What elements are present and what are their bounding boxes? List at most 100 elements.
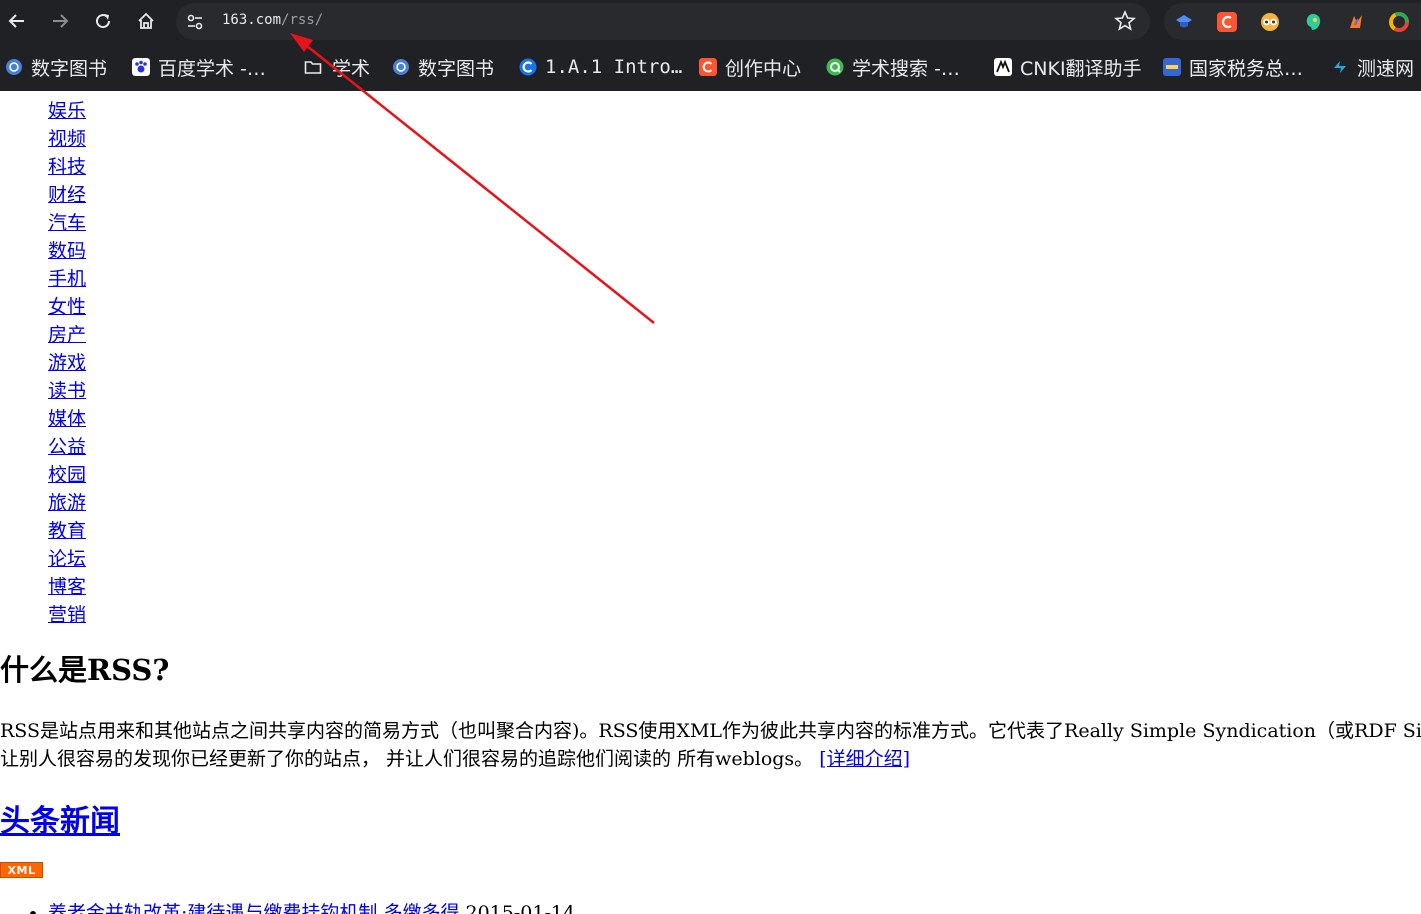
browser-toolbar: 163.com/rss/ <box>0 0 1421 43</box>
news-item-link[interactable]: 养老金并轨改革:建待遇与缴费挂钩机制 多缴多得 <box>48 902 459 914</box>
bookmark-label: 1.A.1 Intro… <box>545 56 683 78</box>
cnki-icon <box>994 58 1012 76</box>
site-info-icon[interactable] <box>184 11 206 33</box>
bookmark-item[interactable]: CNKI翻译助手 <box>994 54 1142 80</box>
nav-list-item: 房产 <box>48 321 86 349</box>
rss-description-line1: RSS是站点用来和其他站点之间共享内容的简易方式（也叫聚合内容)。RSS使用XM… <box>0 720 1421 742</box>
owl-icon[interactable] <box>1260 12 1280 32</box>
headline-news-heading: 头条新闻 <box>0 796 120 840</box>
csdn-c-icon[interactable] <box>1217 12 1237 32</box>
nav-link-1[interactable]: 视频 <box>48 128 86 150</box>
nav-link-4[interactable]: 汽车 <box>48 212 86 234</box>
nav-list-item: 视频 <box>48 125 86 153</box>
bookmark-label: 学术 <box>332 57 371 80</box>
nav-link-12[interactable]: 公益 <box>48 436 86 458</box>
green-head-icon[interactable] <box>1303 12 1323 32</box>
bookmark-label: 数字图书 <box>31 57 108 80</box>
chrome-ring-icon[interactable] <box>1389 12 1409 32</box>
nav-link-11[interactable]: 媒体 <box>48 408 86 430</box>
bookmark-folder[interactable]: 学术 <box>302 54 370 80</box>
nav-link-6[interactable]: 手机 <box>48 268 86 290</box>
nav-list-item: 读书 <box>48 377 86 405</box>
nav-link-16[interactable]: 论坛 <box>48 548 86 570</box>
nav-list-item: 女性 <box>48 293 86 321</box>
bookmark-star-icon[interactable] <box>1114 10 1136 32</box>
nav-link-15[interactable]: 教育 <box>48 520 86 542</box>
nav-link-9[interactable]: 游戏 <box>48 352 86 374</box>
nav-link-7[interactable]: 女性 <box>48 296 86 318</box>
green-q-icon <box>826 58 844 76</box>
forward-button[interactable] <box>45 6 75 36</box>
speedtest-icon <box>1334 61 1346 73</box>
bookmark-item[interactable]: 创作中心 <box>699 54 801 80</box>
bookmark-item[interactable]: 1.A.1 Intro… <box>519 54 682 80</box>
nav-list-item: 游戏 <box>48 349 86 377</box>
nav-link-18[interactable]: 营销 <box>48 604 86 626</box>
home-icon <box>138 12 154 29</box>
c-logo-blue-icon <box>519 58 537 76</box>
news-list: 养老金并轨改革:建待遇与缴费挂钩机制 多缴多得 2015-01-14 <box>48 899 575 914</box>
details-link[interactable]: [详细介绍] <box>819 748 910 770</box>
nav-link-2[interactable]: 科技 <box>48 156 86 178</box>
bookmark-label: 创作中心 <box>725 57 802 80</box>
csdn-c-icon <box>699 58 717 76</box>
category-nav: 娱乐视频科技财经汽车数码手机女性房产游戏读书媒体公益校园旅游教育论坛博客营销 <box>48 97 86 629</box>
nav-list-item: 校园 <box>48 461 86 489</box>
nav-list-item: 营销 <box>48 601 86 629</box>
page-content: 娱乐视频科技财经汽车数码手机女性房产游戏读书媒体公益校园旅游教育论坛博客营销 什… <box>0 91 1421 914</box>
forward-arrow-icon <box>53 14 69 28</box>
reload-icon <box>96 14 111 29</box>
nav-link-5[interactable]: 数码 <box>48 240 86 262</box>
extensions-area <box>1164 3 1421 40</box>
bookmark-item[interactable]: 学术搜索 -… <box>826 54 960 80</box>
url-host: 163.com <box>222 12 282 28</box>
nav-link-13[interactable]: 校园 <box>48 464 86 486</box>
nav-list-item: 旅游 <box>48 489 86 517</box>
nav-list-item: 财经 <box>48 181 86 209</box>
nav-list-item: 科技 <box>48 153 86 181</box>
fox-icon[interactable] <box>1346 12 1366 32</box>
home-button[interactable] <box>131 6 161 36</box>
bookmark-label: 学术搜索 -… <box>852 57 960 80</box>
nav-link-3[interactable]: 财经 <box>48 184 86 206</box>
tax-icon <box>1163 58 1181 76</box>
address-bar[interactable]: 163.com/rss/ <box>176 3 1150 40</box>
baidu-paw-icon <box>132 58 150 76</box>
url-path: /rss/ <box>281 12 324 28</box>
back-button[interactable] <box>2 6 32 36</box>
bookmark-item[interactable]: 国家税务总… <box>1163 54 1303 80</box>
nav-list-item: 博客 <box>48 573 86 601</box>
bookmark-item[interactable]: 数字图书 <box>5 54 107 80</box>
globe-blue-icon <box>393 59 409 75</box>
globe-blue-icon <box>6 59 22 75</box>
graduation-cap-icon[interactable] <box>1174 12 1194 32</box>
bookmark-label: CNKI翻译助手 <box>1020 57 1142 80</box>
list-item: 养老金并轨改革:建待遇与缴费挂钩机制 多缴多得 2015-01-14 <box>48 899 575 914</box>
nav-link-8[interactable]: 房产 <box>48 324 86 346</box>
back-arrow-icon <box>8 14 24 28</box>
xml-feed-badge[interactable]: XML <box>0 862 43 878</box>
nav-link-17[interactable]: 博客 <box>48 576 86 598</box>
nav-list-item: 教育 <box>48 517 86 545</box>
nav-list-item: 汽车 <box>48 209 86 237</box>
reload-button[interactable] <box>88 6 118 36</box>
bookmark-item[interactable]: 百度学术 -… <box>132 54 266 80</box>
nav-link-14[interactable]: 旅游 <box>48 492 86 514</box>
nav-list-item: 媒体 <box>48 405 86 433</box>
rss-heading: 什么是RSS? <box>0 653 170 687</box>
bookmark-label: 国家税务总… <box>1189 57 1304 80</box>
nav-link-0[interactable]: 娱乐 <box>48 100 86 122</box>
headline-news-link[interactable]: 头条新闻 <box>0 804 120 839</box>
news-item-date: 2015-01-14 <box>465 902 576 914</box>
bookmark-item[interactable]: 数字图书 <box>392 54 494 80</box>
bookmark-label: 数字图书 <box>418 57 495 80</box>
nav-link-10[interactable]: 读书 <box>48 380 86 402</box>
bookmark-label: 测速网 <box>1357 57 1415 80</box>
url-text[interactable]: 163.com/rss/ <box>222 12 323 28</box>
nav-list-item: 论坛 <box>48 545 86 573</box>
bookmark-label: 百度学术 -… <box>158 57 266 80</box>
bookmark-item[interactable]: 测速网 <box>1331 54 1414 80</box>
rss-description-line2: 让别人很容易的发现你已经更新了你的站点， 并让人们很容易的追踪他们阅读的 所有w… <box>0 748 814 770</box>
nav-list-item: 公益 <box>48 433 86 461</box>
rss-description: RSS是站点用来和其他站点之间共享内容的简易方式（也叫聚合内容)。RSS使用XM… <box>0 717 1421 773</box>
